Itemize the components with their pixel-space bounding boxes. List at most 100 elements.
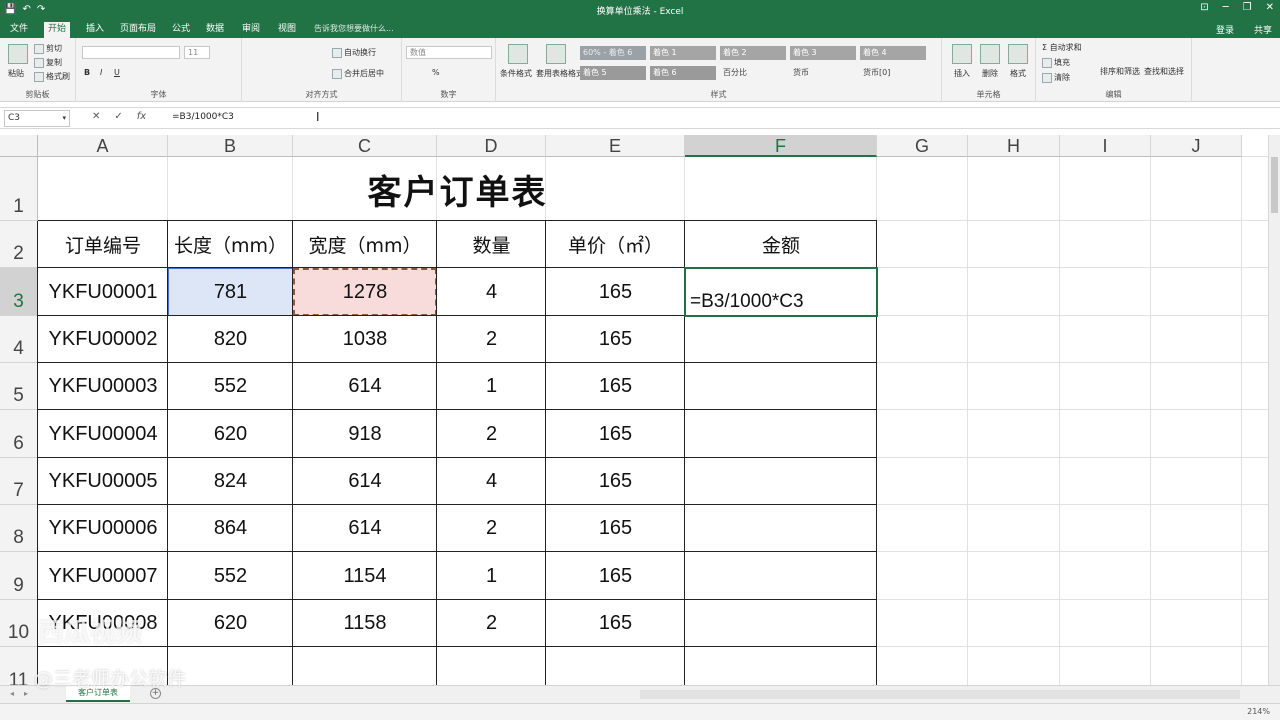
active-cell-f3[interactable]: =B3/1000*C3 [684,267,878,317]
row-header-5[interactable]: 5 [0,363,38,410]
data-cell[interactable]: YKFU00003 [38,363,168,410]
tab-data[interactable]: 数据 [202,22,228,38]
column-header-b[interactable]: B [168,135,293,157]
header-cell[interactable]: 数量 [437,221,546,268]
sort-filter-button[interactable]: 排序和筛选 [1100,66,1140,77]
data-cell[interactable]: 1158 [293,600,437,647]
clear-button[interactable]: 清除 [1042,72,1070,83]
vertical-scrollbar[interactable] [1268,135,1280,685]
font-name-combo[interactable] [82,46,180,59]
data-cell[interactable]: 1038 [293,316,437,363]
scroll-thumb[interactable] [1271,157,1278,213]
data-cell[interactable] [685,505,877,552]
row-header-4[interactable]: 4 [0,316,38,363]
worksheet-grid[interactable]: A B C D E F G H I J 1 2 3 4 5 6 7 8 9 10 11 客户订单表 订单编号 长度（mm） 宽度… [0,135,1268,685]
table-format-button[interactable]: 套用表格格式 [536,68,584,79]
tab-review[interactable]: 审阅 [238,22,264,38]
share-button[interactable]: 共享 [1254,23,1272,36]
copy-button[interactable]: 复制 [34,57,62,68]
style-cell[interactable]: 着色 2 [720,46,786,60]
data-cell[interactable] [685,600,877,647]
column-header-a[interactable]: A [38,135,168,157]
insert-cells-icon[interactable] [952,44,972,64]
data-cell[interactable]: 781 [168,268,293,316]
row-header-9[interactable]: 9 [0,552,38,600]
conditional-format-icon[interactable] [508,44,528,64]
table-format-icon[interactable] [546,44,566,64]
column-header-c[interactable]: C [293,135,437,157]
fill-button[interactable]: 填充 [1042,57,1070,68]
data-cell[interactable] [685,410,877,458]
column-header-e[interactable]: E [546,135,685,157]
style-cell[interactable]: 着色 5 [580,66,646,80]
row-header-3[interactable]: 3 [0,268,38,316]
insert-cells-button[interactable]: 插入 [954,68,970,79]
style-cell[interactable]: 着色 1 [650,46,716,60]
data-cell[interactable]: 165 [546,316,685,363]
row-header-6[interactable]: 6 [0,410,38,458]
column-header-j[interactable]: J [1151,135,1242,157]
row-header-8[interactable]: 8 [0,505,38,552]
data-cell[interactable]: 165 [546,505,685,552]
formula-input[interactable]: =B3/1000*C3 [168,110,1266,127]
data-cell[interactable]: 614 [293,363,437,410]
column-header-i[interactable]: I [1060,135,1151,157]
row-header-1[interactable]: 1 [0,157,38,221]
format-painter-button[interactable]: 格式刷 [34,71,70,82]
format-cells-button[interactable]: 格式 [1010,68,1026,79]
header-cell[interactable]: 金额 [685,221,877,268]
data-cell[interactable]: 165 [546,600,685,647]
data-cell[interactable]: 4 [437,458,546,505]
data-cell[interactable]: 2 [437,505,546,552]
close-icon[interactable]: ✕ [1266,2,1274,13]
cancel-formula-icon[interactable]: ✕ [92,111,100,122]
chevron-down-icon[interactable]: ▾ [62,111,66,126]
data-cell[interactable]: 820 [168,316,293,363]
data-cell[interactable]: 165 [546,268,685,316]
data-cell[interactable]: 165 [546,458,685,505]
tab-page-layout[interactable]: 页面布局 [116,22,160,38]
style-cell[interactable]: 60% - 着色 6 [580,46,646,60]
name-box[interactable]: C3 ▾ [4,110,70,127]
data-cell[interactable]: 824 [168,458,293,505]
style-cell[interactable]: 着色 4 [860,46,926,60]
row-header-7[interactable]: 7 [0,458,38,505]
wrap-text-button[interactable]: 自动换行 [332,47,376,58]
data-cell[interactable]: 614 [293,505,437,552]
underline-button[interactable]: U [114,68,120,77]
data-cell[interactable] [685,316,877,363]
bold-button[interactable]: B [84,68,90,77]
data-cell[interactable]: 1154 [293,552,437,600]
row-header-2[interactable]: 2 [0,221,38,268]
enter-formula-icon[interactable]: ✓ [114,111,122,122]
data-cell[interactable]: 552 [168,363,293,410]
data-cell[interactable]: YKFU00006 [38,505,168,552]
font-size-combo[interactable]: 11 [184,46,210,59]
tab-view[interactable]: 视图 [274,22,300,38]
data-cell[interactable]: 1 [437,363,546,410]
tab-formulas[interactable]: 公式 [168,22,194,38]
conditional-format-button[interactable]: 条件格式 [500,68,532,79]
data-cell[interactable]: 620 [168,600,293,647]
style-cell[interactable]: 着色 6 [650,66,716,80]
select-all-corner[interactable] [0,135,38,157]
horizontal-scrollbar[interactable] [640,690,1240,699]
format-cells-icon[interactable] [1008,44,1028,64]
column-header-d[interactable]: D [437,135,546,157]
column-header-h[interactable]: H [968,135,1060,157]
data-cell[interactable]: YKFU00007 [38,552,168,600]
data-cell[interactable] [685,363,877,410]
data-cell[interactable]: 614 [293,458,437,505]
data-cell[interactable] [685,552,877,600]
italic-button[interactable]: I [100,68,102,77]
data-cell[interactable]: 918 [293,410,437,458]
data-cell[interactable]: 1278 [293,268,437,316]
row-header-10[interactable]: 10 [0,600,38,647]
data-cell[interactable]: 2 [437,600,546,647]
header-cell[interactable]: 长度（mm） [168,221,293,268]
tab-file[interactable]: 文件 [6,22,32,38]
insert-function-icon[interactable]: fx [137,111,146,122]
cut-button[interactable]: 剪切 [34,43,62,54]
zoom-level[interactable]: 214% [1247,707,1270,716]
number-format-combo[interactable]: 数值 [406,46,492,59]
